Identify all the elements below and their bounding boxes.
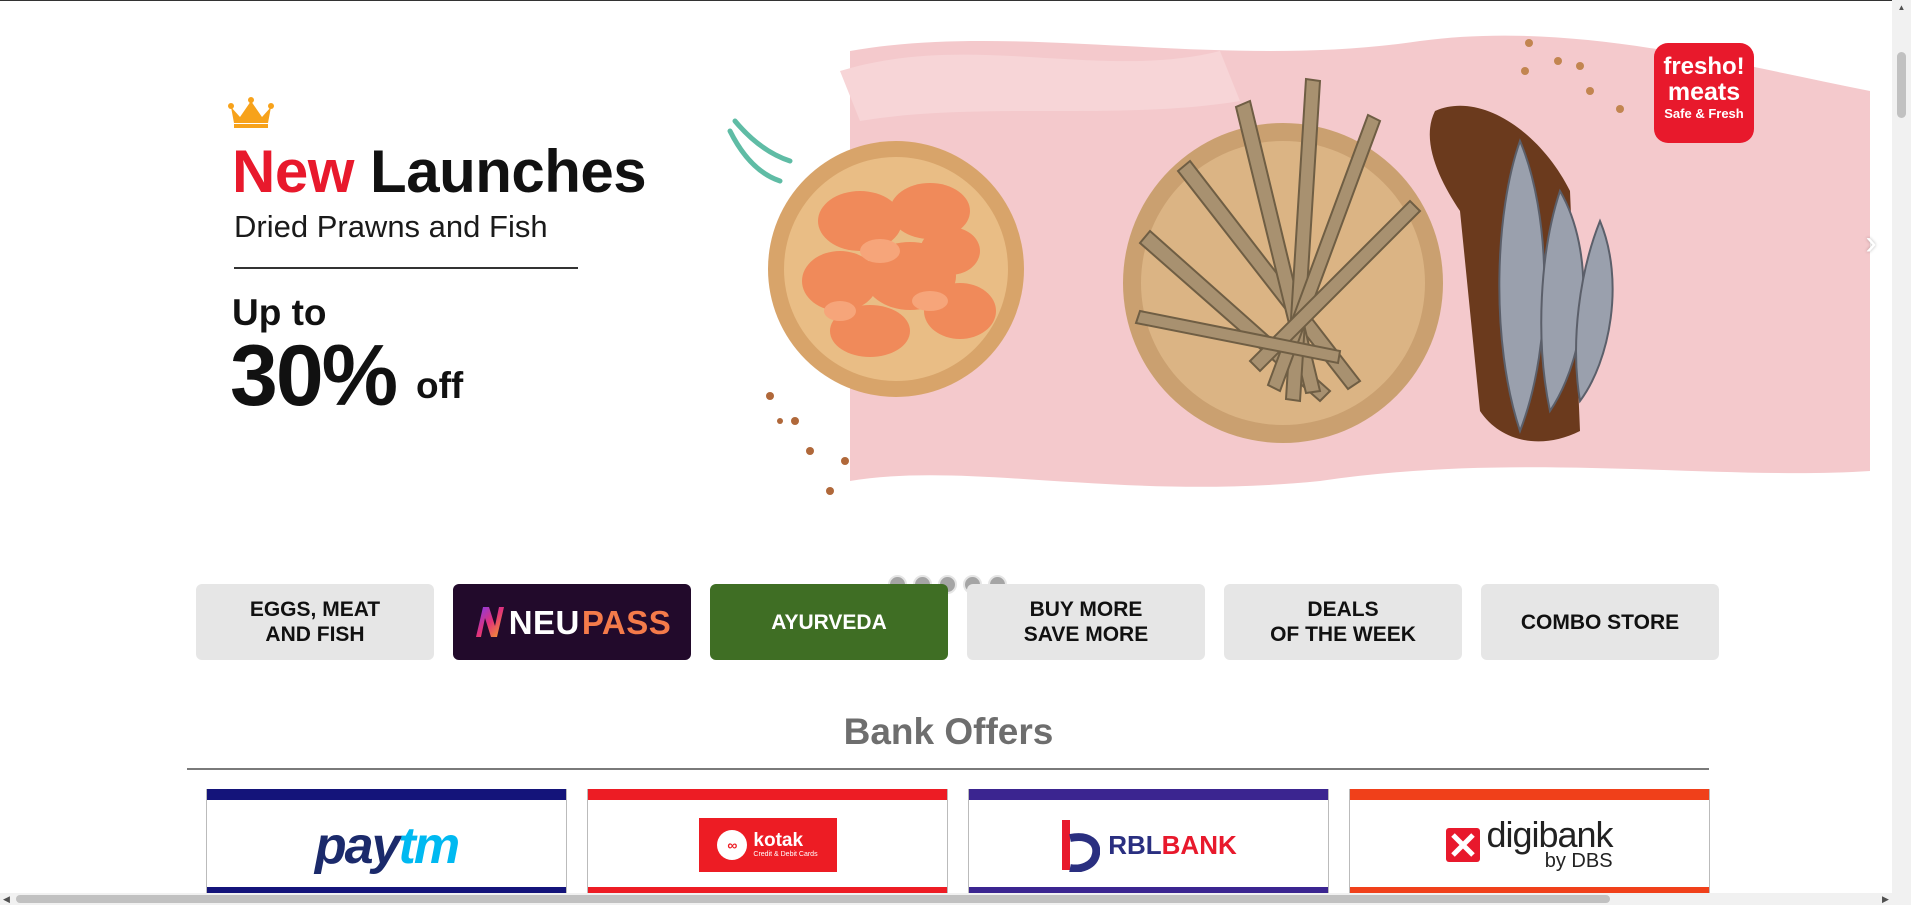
paytm-logo-tm: tm [398, 817, 461, 875]
hero-divider [234, 267, 578, 269]
bank-card-rbl[interactable]: RBLBANK [968, 789, 1329, 895]
tile-combo-store[interactable]: COMBO STORE [1481, 584, 1719, 660]
neupass-pass: PASS [581, 603, 672, 641]
neupass-neu: NEU [508, 603, 580, 641]
bank-offers-list: paytm ∞ kotak Credit & Debit Cards RBLBA… [206, 789, 1710, 895]
tile-deals-of-the-week[interactable]: DEALS OF THE WEEK [1224, 584, 1462, 660]
rbl-b-icon [1062, 820, 1101, 872]
hero-discount-percent: 30% [230, 328, 398, 424]
fresho-brand-tagline: Safe & Fresh [1664, 106, 1744, 121]
vertical-scrollbar-thumb[interactable] [1897, 52, 1906, 118]
tile-ayurveda[interactable]: AYURVEDA [710, 584, 948, 660]
bank-card-digibank[interactable]: digibank by DBS [1349, 789, 1710, 895]
scroll-right-arrow-icon[interactable]: ▶ [1882, 893, 1889, 905]
crown-icon [228, 97, 274, 128]
card-top-bar [207, 789, 566, 800]
neupass-n-icon [475, 607, 504, 637]
paytm-logo-pay: pay [314, 817, 401, 875]
fresho-meats-logo: fresho! meats Safe & Fresh [1654, 43, 1754, 143]
hero-title-new: New [232, 138, 354, 205]
kotak-subtitle: Credit & Debit Cards [753, 850, 818, 858]
fresho-brand-meats: meats [1667, 78, 1741, 106]
rbl-text-bank: BANK [1161, 829, 1237, 860]
digibank-name: digibank [1486, 814, 1613, 855]
bank-offers-divider [187, 768, 1709, 770]
kotak-name: kotak [753, 829, 804, 851]
scroll-left-arrow-icon[interactable]: ◀ [3, 893, 10, 905]
hero-subtitle: Dried Prawns and Fish [234, 209, 548, 244]
dbs-star-icon [1446, 828, 1481, 862]
digibank-logo: digibank by DBS [1446, 814, 1614, 871]
scroll-up-arrow-icon[interactable]: ▲ [1897, 4, 1906, 12]
vertical-scrollbar[interactable] [1892, 0, 1911, 893]
card-top-bar [969, 789, 1328, 800]
rbl-text: RBLBANK [1108, 830, 1237, 861]
neupass-logo: NEU PASS [473, 604, 672, 640]
hero-off-text: off [416, 365, 464, 406]
bank-offers-heading: Bank Offers [843, 711, 1054, 752]
kotak-logo: ∞ kotak Credit & Debit Cards [698, 818, 837, 872]
card-top-bar [588, 789, 947, 800]
category-tiles: EGGS, MEAT AND FISH NEU PASS AYURVEDA BUY… [196, 584, 1719, 660]
card-top-bar [1350, 789, 1709, 800]
hero-title-launches: Launches [370, 138, 647, 205]
kotak-infinity-icon: ∞ [717, 830, 748, 860]
tile-buy-more-save-more[interactable]: BUY MORE SAVE MORE [967, 584, 1205, 660]
rbl-text-rbl: RBL [1108, 829, 1162, 860]
paytm-logo: paytm [314, 816, 461, 876]
carousel-next-arrow-icon[interactable]: › [1860, 223, 1882, 263]
tile-eggs-meat-fish[interactable]: EGGS, MEAT AND FISH [196, 584, 434, 660]
horizontal-scrollbar-thumb[interactable] [16, 895, 1610, 903]
bank-card-kotak[interactable]: ∞ kotak Credit & Debit Cards [587, 789, 948, 895]
tile-neupass[interactable]: NEU PASS [453, 584, 691, 660]
hero-title: New Launches [232, 137, 647, 206]
fresho-brand-name: fresho! [1663, 53, 1745, 80]
hero-banner[interactable]: New Launches Dried Prawns and Fish Up to… [0, 1, 1892, 541]
bank-card-paytm[interactable]: paytm [206, 789, 567, 895]
rbl-bank-logo: RBLBANK [1060, 818, 1237, 872]
